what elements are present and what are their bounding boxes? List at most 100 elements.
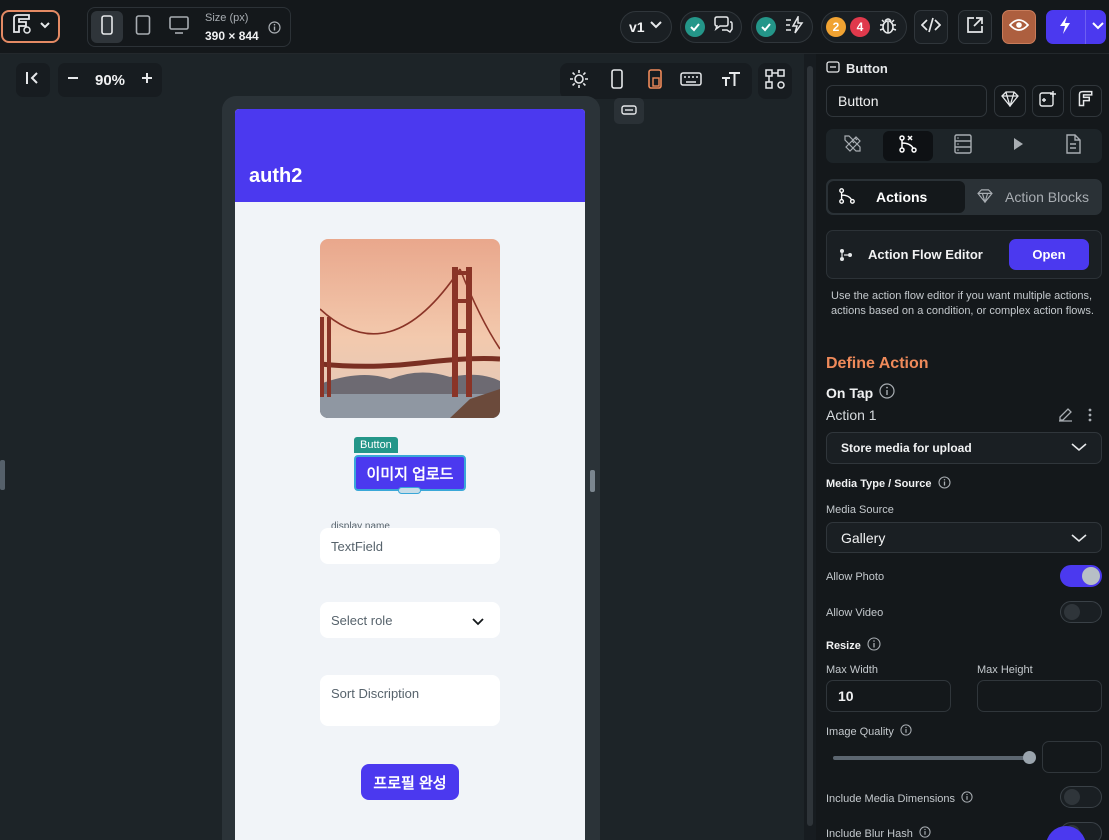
text-scale-button[interactable] bbox=[719, 69, 743, 93]
play-icon bbox=[1011, 137, 1025, 156]
size-value: 390 × 844 bbox=[205, 29, 259, 43]
device-frame-button[interactable] bbox=[605, 68, 629, 93]
phone-icon bbox=[100, 14, 114, 40]
add-component-button[interactable] bbox=[1032, 85, 1064, 117]
profile-image[interactable] bbox=[320, 239, 500, 418]
edit-action-icon[interactable] bbox=[1058, 407, 1073, 427]
max-width-label: Max Width bbox=[826, 664, 878, 676]
define-action-heading: Define Action bbox=[826, 355, 929, 372]
chevron-down-icon bbox=[649, 18, 663, 36]
max-height-label: Max Height bbox=[977, 664, 1033, 676]
keyboard-button[interactable] bbox=[679, 69, 703, 93]
allow-photo-toggle[interactable] bbox=[1060, 565, 1102, 587]
action-type-value: Store media for upload bbox=[841, 441, 972, 455]
upload-image-button[interactable]: 이미지 업로드 bbox=[354, 455, 466, 491]
bug-icon bbox=[878, 15, 898, 40]
phone-device-button[interactable] bbox=[91, 11, 123, 43]
info-icon[interactable] bbox=[919, 826, 931, 840]
tab-animations[interactable] bbox=[993, 131, 1043, 161]
canvas-scrollbar[interactable] bbox=[804, 54, 816, 840]
database-icon bbox=[954, 133, 972, 159]
display-name-field[interactable]: TextField bbox=[320, 528, 500, 564]
safe-area-button[interactable] bbox=[643, 68, 667, 94]
chevron-down-icon[interactable] bbox=[1092, 18, 1104, 36]
tab-properties[interactable] bbox=[828, 131, 878, 161]
flutterflow-settings-button[interactable] bbox=[1070, 85, 1102, 117]
info-icon[interactable] bbox=[961, 791, 973, 806]
open-flow-editor-button[interactable]: Open bbox=[1009, 239, 1089, 270]
widget-palette-toggle[interactable] bbox=[614, 98, 644, 124]
button-resize-handle[interactable] bbox=[398, 487, 421, 494]
desktop-device-button[interactable] bbox=[163, 11, 195, 43]
diamond-icon bbox=[1001, 90, 1019, 112]
canvas-resize-handle[interactable] bbox=[590, 470, 595, 492]
max-height-input[interactable] bbox=[977, 680, 1102, 712]
slider-thumb[interactable] bbox=[1023, 751, 1036, 764]
resize-label: Resize bbox=[826, 639, 861, 652]
image-quality-input[interactable] bbox=[1042, 741, 1102, 773]
scroll-thumb[interactable] bbox=[807, 66, 813, 826]
info-icon[interactable] bbox=[900, 724, 912, 739]
button-widget-icon bbox=[826, 61, 840, 76]
property-tabs bbox=[826, 129, 1102, 163]
run-button[interactable] bbox=[1046, 10, 1106, 44]
role-dropdown[interactable]: Select role bbox=[320, 602, 500, 638]
image-quality-slider[interactable] bbox=[833, 756, 1029, 760]
action-type-dropdown[interactable]: Store media for upload bbox=[826, 432, 1102, 464]
comments-status[interactable] bbox=[680, 11, 742, 43]
info-icon[interactable] bbox=[268, 21, 281, 39]
issues-status[interactable]: 2 4 bbox=[821, 11, 907, 43]
action-flow-icon bbox=[838, 187, 856, 208]
zoom-level: 90% bbox=[94, 71, 126, 89]
golden-gate-photo bbox=[320, 239, 500, 418]
layout-settings-icon bbox=[764, 68, 786, 95]
complete-profile-button[interactable]: 프로필 완성 bbox=[361, 764, 459, 800]
tab-action-blocks[interactable]: Action Blocks bbox=[971, 181, 1101, 213]
media-source-dropdown[interactable]: Gallery bbox=[826, 522, 1102, 553]
open-external-button[interactable] bbox=[958, 10, 992, 44]
allow-video-toggle[interactable] bbox=[1060, 601, 1102, 623]
chevron-down-icon bbox=[1071, 441, 1087, 455]
widget-tree-button[interactable] bbox=[758, 63, 792, 99]
info-icon[interactable] bbox=[879, 383, 895, 402]
version-selector[interactable]: v1 bbox=[620, 11, 672, 43]
eye-icon bbox=[1008, 18, 1030, 37]
include-dims-toggle[interactable] bbox=[1060, 786, 1102, 808]
info-icon[interactable] bbox=[867, 637, 881, 654]
more-options-icon[interactable] bbox=[1088, 408, 1092, 427]
image-quality-heading: Image Quality bbox=[826, 724, 912, 739]
app-bar[interactable]: auth2 bbox=[235, 109, 585, 202]
zoom-out-icon[interactable] bbox=[66, 71, 80, 90]
tab-actions[interactable] bbox=[883, 131, 933, 161]
light-mode-button[interactable] bbox=[567, 69, 591, 93]
lightning-list-icon bbox=[784, 13, 804, 39]
tab-documentation[interactable] bbox=[1048, 131, 1098, 161]
max-width-input[interactable]: 10 bbox=[826, 680, 951, 712]
tab-backend-query[interactable] bbox=[938, 131, 988, 161]
include-dims-heading: Include Media Dimensions bbox=[826, 791, 973, 806]
widget-name-input[interactable]: Button bbox=[826, 85, 987, 117]
on-tap-heading: On Tap bbox=[826, 383, 895, 402]
flutterflow-logo-icon bbox=[11, 13, 33, 40]
zoom-in-icon[interactable] bbox=[140, 71, 154, 90]
size-label: Size (px) bbox=[205, 12, 249, 24]
component-add-icon bbox=[1039, 90, 1057, 113]
description-value: Sort Discription bbox=[331, 686, 420, 701]
phone-preview: auth2 Button 이미지 업로드 display name TextFi… bbox=[235, 109, 585, 840]
safe-area-icon bbox=[647, 68, 663, 94]
collapse-panel-button[interactable] bbox=[16, 63, 50, 97]
test-status[interactable] bbox=[751, 11, 813, 43]
view-code-button[interactable] bbox=[914, 10, 948, 44]
left-panel-resize-handle[interactable] bbox=[0, 460, 5, 490]
include-blur-heading: Include Blur Hash bbox=[826, 826, 931, 840]
tablet-device-button[interactable] bbox=[127, 11, 159, 43]
allow-video-label: Allow Video bbox=[826, 607, 884, 619]
info-icon[interactable] bbox=[938, 476, 951, 492]
include-blur-label: Include Blur Hash bbox=[826, 827, 913, 840]
preview-button[interactable] bbox=[1002, 10, 1036, 44]
premium-button[interactable] bbox=[994, 85, 1026, 117]
app-menu-button[interactable] bbox=[1, 10, 60, 43]
action-flow-icon bbox=[898, 134, 918, 159]
description-field[interactable]: Sort Discription bbox=[320, 675, 500, 726]
tab-actions-selected[interactable]: Actions bbox=[828, 181, 965, 213]
